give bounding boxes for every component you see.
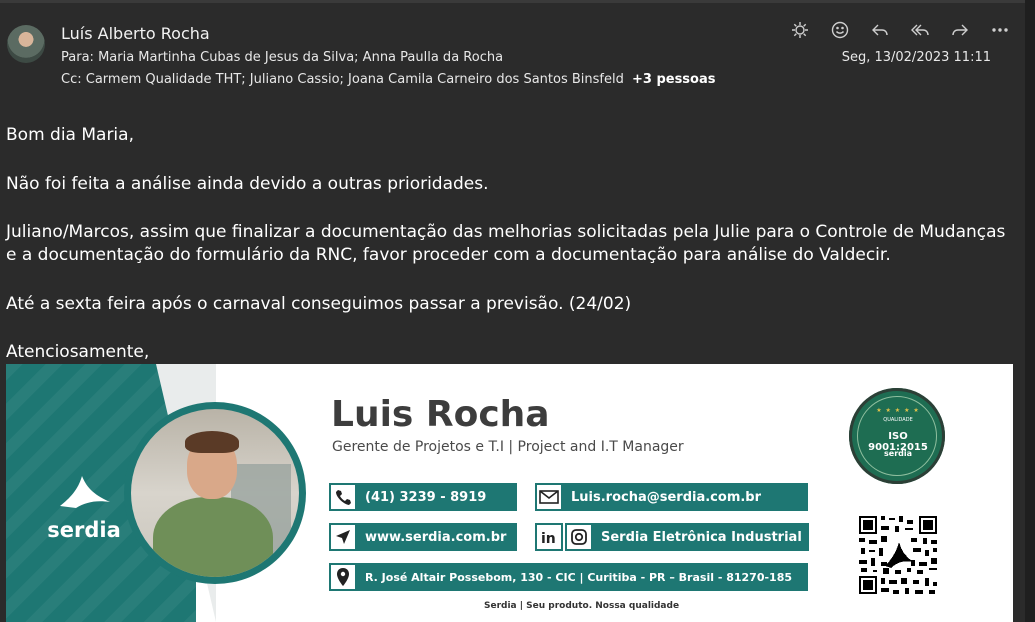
social-row: in Serdia Eletrônica Industrial (535, 523, 809, 551)
signature-name: Luis Rocha (331, 394, 550, 435)
cc-more-people[interactable]: +3 pessoas (632, 72, 716, 87)
reply-all-icon[interactable] (900, 18, 940, 42)
logo-text: serdia (47, 518, 121, 542)
phone-row: (41) 3239 - 8919 (329, 483, 517, 511)
svg-text:in: in (541, 531, 556, 546)
forward-icon[interactable] (940, 18, 980, 42)
serdia-logo: serdia (44, 472, 124, 542)
stars-icon: ★ ★ ★ ★ ★ (876, 407, 920, 414)
sent-date: Seg, 13/02/2023 11:11 (841, 50, 991, 65)
cc-recipients[interactable]: Carmem Qualidade THT; Juliano Cassio; Jo… (86, 72, 624, 87)
cc-label: Cc: (61, 72, 82, 87)
send-arrow-icon (329, 523, 357, 551)
body-paragraph: Até a sexta feira após o carnaval conseg… (6, 294, 632, 314)
window-right-edge (1025, 0, 1035, 622)
address-row: R. José Altair Possebom, 130 - CIC | Cur… (329, 563, 808, 591)
to-recipients[interactable]: Maria Martinha Cubas de Jesus da Silva; … (98, 50, 503, 65)
location-pin-icon (329, 563, 357, 591)
website-link[interactable]: www.serdia.com.br (357, 523, 517, 551)
greeting: Bom dia Maria, (6, 125, 134, 145)
sender-name[interactable]: Luís Alberto Rocha (61, 24, 210, 43)
linkedin-icon[interactable]: in (535, 523, 563, 551)
body-paragraph: Não foi feita a análise ainda devido a o… (6, 174, 489, 194)
phone-number[interactable]: (41) 3239 - 8919 (357, 483, 517, 511)
body-paragraph: Juliano/Marcos, assim que finalizar a do… (6, 222, 1006, 265)
sun-icon[interactable] (780, 18, 820, 42)
qr-code-icon[interactable] (857, 514, 939, 596)
to-line: Para: Maria Martinha Cubas de Jesus da S… (61, 50, 503, 65)
cc-line: Cc: Carmem Qualidade THT; Juliano Cassio… (61, 72, 716, 87)
website-row: www.serdia.com.br (329, 523, 517, 551)
to-label: Para: (61, 50, 94, 65)
serdia-logo-mark-icon (60, 476, 110, 508)
message-header: Luís Alberto Rocha Para: Maria Martinha … (0, 0, 1025, 110)
address-text: R. José Altair Possebom, 130 - CIC | Cur… (357, 563, 808, 591)
iso-brand: serdia (884, 449, 912, 458)
closing: Atenciosamente, (6, 342, 150, 362)
signature-footer: Serdia | Seu produto. Nossa qualidade (484, 601, 680, 611)
email-signature: serdia Luis Rocha Gerente de Projetos e … (6, 364, 1013, 622)
sender-avatar[interactable] (7, 25, 45, 63)
smiley-icon[interactable] (820, 18, 860, 42)
email-row: Luis.rocha@serdia.com.br (535, 483, 808, 511)
social-name[interactable]: Serdia Eletrônica Industrial (593, 523, 809, 551)
reply-icon[interactable] (860, 18, 900, 42)
envelope-icon (535, 483, 563, 511)
instagram-icon[interactable] (565, 523, 593, 551)
iso-label: QUALIDADE (883, 417, 913, 423)
phone-icon (329, 483, 357, 511)
more-icon[interactable] (980, 18, 1020, 42)
iso-certification-badge: ★ ★ ★ ★ ★ QUALIDADE ISO 9001:2015 serdia (849, 388, 945, 484)
message-toolbar (780, 18, 1020, 42)
profile-photo (131, 409, 299, 577)
signature-email[interactable]: Luis.rocha@serdia.com.br (563, 483, 808, 511)
signature-title: Gerente de Projetos e T.I | Project and … (332, 439, 684, 455)
